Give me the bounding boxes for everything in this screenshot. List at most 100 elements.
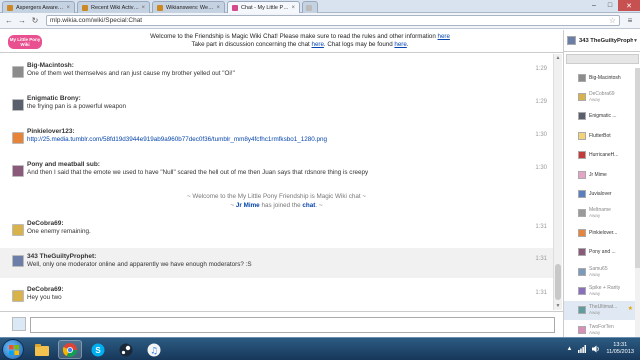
new-tab-icon xyxy=(306,4,312,11)
message-username[interactable]: Pony and meatball sub: xyxy=(27,161,553,169)
taskbar-chrome-icon[interactable] xyxy=(58,340,82,359)
join-alert: ~ Jr Mime has joined the chat. ~ xyxy=(0,201,553,210)
message-list[interactable]: Big-Macintosh: One of them wet themselve… xyxy=(0,54,553,310)
url-text: mlp.wikia.com/wiki/Special:Chat xyxy=(50,17,143,24)
volume-icon[interactable] xyxy=(592,345,600,353)
user-list-item[interactable]: Jr Mime xyxy=(564,165,640,184)
avatar[interactable] xyxy=(12,255,24,267)
user-list-item[interactable]: Samu65 Away xyxy=(564,262,640,281)
user-status: Away xyxy=(589,310,601,316)
chat-link[interactable]: chat xyxy=(302,202,315,209)
tab-label: Chat - My Little Pony Frie xyxy=(241,4,290,11)
bookmark-star-icon[interactable]: ☆ xyxy=(609,16,616,25)
message-username[interactable]: 343 TheGuiltyProphet: xyxy=(27,253,553,261)
tab-close-icon[interactable]: × xyxy=(216,5,220,11)
user-list-item[interactable]: Big-Macintosh xyxy=(564,68,640,87)
message-text: Hey you two xyxy=(27,294,62,301)
avatar xyxy=(578,151,586,160)
system-tray: ▲ 13:31 11/05/2013 xyxy=(566,342,634,356)
taskbar-itunes-icon[interactable]: ♫ xyxy=(142,340,166,359)
browser-tab-chat[interactable]: Chat - My Little Pony Frie × xyxy=(227,1,300,13)
minimize-icon[interactable]: – xyxy=(586,0,602,11)
user-list-item[interactable]: TheUltimat... Away ★ xyxy=(564,300,640,321)
chat-message: Pinkielover123: http://25.media.tumblr.c… xyxy=(0,128,553,150)
user-list-item[interactable]: Enigmatic ... xyxy=(564,107,640,126)
clock-date: 11/05/2013 xyxy=(606,349,634,355)
chat-message-input[interactable] xyxy=(30,317,555,333)
user-list-item[interactable]: HurricaneH... xyxy=(564,146,640,165)
user-list-text: Samu65 Away xyxy=(589,266,608,278)
reload-icon[interactable]: ↻ xyxy=(29,15,41,27)
message-username[interactable]: Pinkielover123: xyxy=(27,128,553,136)
user-list-name: Juvialover xyxy=(589,191,612,198)
message-username[interactable]: DeCobra69: xyxy=(27,220,553,228)
avatar[interactable] xyxy=(12,224,24,236)
avatar[interactable] xyxy=(12,165,24,177)
user-list-panel: 343 TheGuiltyProphet ▼ Big-Macintosh DeCo… xyxy=(563,30,640,337)
chat-logs-link[interactable]: here xyxy=(394,41,406,48)
rules-link[interactable]: here xyxy=(438,33,450,40)
address-bar[interactable]: mlp.wikia.com/wiki/Special:Chat ☆ xyxy=(46,15,620,26)
browser-tab-2[interactable]: Recent Wiki Activity - Wi × xyxy=(77,1,150,13)
user-status: Away xyxy=(589,213,601,219)
message-username[interactable]: Enigmatic Brony: xyxy=(27,95,553,103)
message-scrollbar[interactable]: ▲ ▼ xyxy=(553,54,562,310)
avatar[interactable] xyxy=(12,66,24,78)
chevron-down-icon[interactable]: ▼ xyxy=(633,38,638,44)
wiki-logo[interactable]: My Little Pony Wiki xyxy=(8,35,42,49)
new-tab-button[interactable] xyxy=(302,1,318,13)
chat-message: Big-Macintosh: One of them wet themselve… xyxy=(0,62,553,84)
tab-label: Wikianswers: Welcome to xyxy=(166,4,214,11)
scroll-down-icon[interactable]: ▼ xyxy=(554,302,562,310)
current-user-name: 343 TheGuiltyProphet xyxy=(579,37,634,44)
scroll-up-icon[interactable]: ▲ xyxy=(554,54,562,62)
message-text: One of them wet themselves and ran just … xyxy=(27,70,235,77)
joined-username[interactable]: Jr Mime xyxy=(236,202,260,209)
browser-tab-3[interactable]: Wikianswers: Welcome to × xyxy=(152,1,225,13)
tab-favicon-icon xyxy=(232,4,238,11)
message-username[interactable]: DeCobra69: xyxy=(27,286,553,294)
network-icon[interactable] xyxy=(578,345,587,353)
user-list-item[interactable]: TwoForTen Away xyxy=(564,320,640,337)
user-list-name: Big-Macintosh xyxy=(589,74,621,81)
user-list-item[interactable]: Pony and ... xyxy=(564,243,640,262)
avatar[interactable] xyxy=(12,132,24,144)
browser-tab-1[interactable]: Aspergers Awareness Wiki × xyxy=(2,1,75,13)
user-list-item[interactable]: Meltname Away xyxy=(564,204,640,223)
user-list-scrollbar[interactable] xyxy=(635,68,640,337)
taskbar-clock[interactable]: 13:31 11/05/2013 xyxy=(606,342,634,356)
avatar[interactable] xyxy=(12,99,24,111)
tray-expand-icon[interactable]: ▲ xyxy=(566,346,572,352)
user-list-item[interactable]: FlutterBot xyxy=(564,126,640,145)
menu-icon[interactable]: ≡ xyxy=(624,15,636,27)
user-list-scroll-thumb[interactable] xyxy=(635,68,640,268)
message-username[interactable]: Big-Macintosh: xyxy=(27,62,553,70)
user-list-item[interactable]: Pinkielover... xyxy=(564,223,640,242)
taskbar-skype-icon[interactable]: S xyxy=(86,340,110,359)
maximize-icon[interactable]: □ xyxy=(602,0,618,11)
user-list-text: Spike + Rarity Away xyxy=(589,285,620,297)
user-list-item[interactable]: Spike + Rarity Away xyxy=(564,281,640,300)
user-list-item[interactable]: Juvialover xyxy=(564,184,640,203)
forward-icon[interactable]: → xyxy=(16,15,28,27)
tab-close-icon[interactable]: × xyxy=(141,5,145,11)
tab-label: Recent Wiki Activity - Wi xyxy=(91,4,139,11)
message-text: One enemy remaining. xyxy=(27,228,91,235)
tab-close-icon[interactable]: × xyxy=(291,5,295,11)
message-link[interactable]: http://25.media.tumblr.com/58fd19d3944e9… xyxy=(27,136,553,144)
scroll-thumb[interactable] xyxy=(555,264,561,300)
user-list-item[interactable]: DeCobra69 Away xyxy=(564,87,640,106)
taskbar-explorer-icon[interactable] xyxy=(30,340,54,359)
message-text: Well, only one moderator online and appa… xyxy=(27,261,252,268)
discussion-link[interactable]: here xyxy=(312,41,324,48)
current-user[interactable]: 343 TheGuiltyProphet ▼ xyxy=(564,30,640,52)
message-text: the frying pan is a powerful weapon xyxy=(27,103,127,110)
start-button[interactable] xyxy=(2,339,24,360)
close-window-icon[interactable]: ✕ xyxy=(618,0,640,11)
browser-toolbar: ← → ↻ mlp.wikia.com/wiki/Special:Chat ☆ … xyxy=(0,13,640,29)
back-icon[interactable]: ← xyxy=(3,15,15,27)
avatar[interactable] xyxy=(12,290,24,302)
tab-close-icon[interactable]: × xyxy=(66,5,70,11)
taskbar-steam-icon[interactable] xyxy=(114,340,138,359)
wiki-room-banner[interactable] xyxy=(566,54,639,64)
